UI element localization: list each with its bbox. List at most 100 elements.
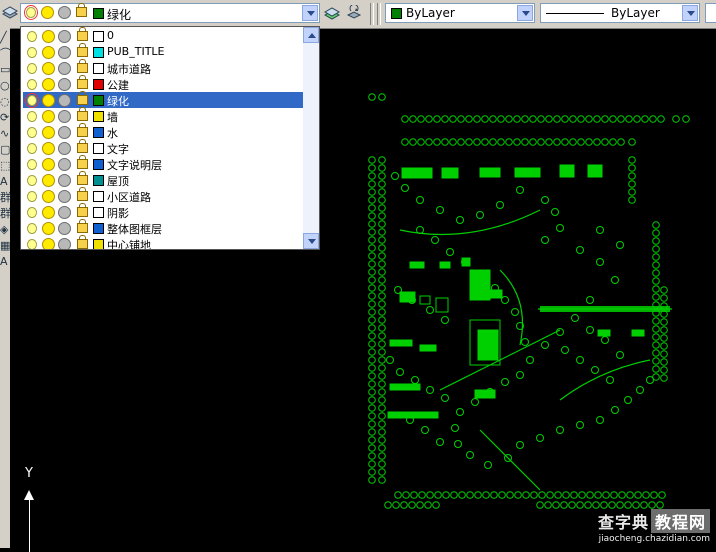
light-bulb-icon[interactable] — [27, 191, 37, 202]
light-bulb-icon[interactable] — [27, 79, 37, 90]
lock-icon[interactable] — [77, 123, 88, 137]
gear-icon[interactable] — [58, 190, 71, 203]
gear-icon[interactable] — [58, 158, 71, 171]
layer-row[interactable]: 阴影 — [23, 203, 303, 220]
layer-combo[interactable]: 绿化 — [20, 3, 320, 23]
sun-icon[interactable] — [42, 190, 55, 203]
sun-icon[interactable] — [42, 62, 55, 75]
lock-icon[interactable] — [77, 219, 88, 233]
light-bulb-icon[interactable] — [24, 5, 38, 20]
draw-tool-icon[interactable]: A — [0, 176, 9, 188]
gear-icon[interactable] — [58, 78, 71, 91]
light-bulb-icon[interactable] — [27, 223, 37, 234]
gear-icon[interactable] — [58, 222, 71, 235]
layer-manager-icon[interactable] — [1, 5, 19, 21]
draw-tool-icon[interactable]: ▦ — [0, 240, 10, 252]
sun-icon[interactable] — [42, 94, 55, 107]
light-bulb-icon[interactable] — [27, 111, 37, 122]
light-bulb-icon[interactable] — [27, 175, 37, 186]
layer-color-swatch[interactable] — [93, 31, 104, 42]
layer-color-swatch[interactable] — [93, 111, 104, 122]
draw-tool-icon[interactable]: ▭ — [0, 64, 10, 76]
draw-tool-icon[interactable]: ◌ — [0, 96, 10, 108]
layer-row[interactable]: 小区道路 — [23, 187, 303, 204]
draw-tool-icon[interactable]: ⌒ — [0, 48, 11, 60]
sun-icon[interactable] — [42, 238, 55, 249]
layer-row[interactable]: 文字说明层 — [23, 155, 303, 172]
gear-icon[interactable] — [58, 30, 71, 43]
linetype-combo[interactable]: ByLayer — [540, 3, 700, 23]
gear-icon[interactable] — [58, 62, 71, 75]
dropdown-scrollbar[interactable] — [303, 27, 319, 249]
sun-icon[interactable] — [42, 78, 55, 91]
sun-icon[interactable] — [41, 6, 54, 19]
draw-tool-icon[interactable]: ◈ — [0, 224, 9, 236]
lock-icon[interactable] — [77, 203, 88, 217]
layer-dropdown-button[interactable] — [302, 5, 318, 21]
gear-icon[interactable] — [58, 110, 71, 123]
layer-row[interactable]: 文字 — [23, 139, 303, 156]
layer-previous-icon[interactable] — [346, 3, 362, 21]
lock-icon[interactable] — [77, 27, 88, 41]
scroll-down-button[interactable] — [303, 233, 319, 249]
lock-icon[interactable] — [77, 155, 88, 169]
layer-row[interactable]: 墙 — [23, 107, 303, 124]
layer-color-swatch[interactable] — [93, 159, 104, 170]
layer-color-swatch[interactable] — [93, 95, 104, 106]
draw-tool-icon[interactable]: ⬚ — [0, 160, 10, 172]
color-dropdown-button[interactable] — [517, 5, 533, 21]
layer-color-swatch[interactable] — [93, 239, 104, 249]
sun-icon[interactable] — [42, 206, 55, 219]
lock-icon[interactable] — [77, 75, 88, 89]
light-bulb-icon[interactable] — [27, 47, 37, 58]
draw-tool-icon[interactable]: ○ — [0, 80, 10, 92]
draw-tool-icon[interactable]: ▢ — [0, 144, 10, 156]
layer-row[interactable]: 城市道路 — [23, 59, 303, 76]
layer-row[interactable]: 0 — [23, 27, 303, 44]
draw-tool-icon[interactable]: 群 — [0, 208, 11, 220]
sun-icon[interactable] — [42, 142, 55, 155]
lock-icon[interactable] — [76, 3, 87, 17]
gear-icon[interactable] — [58, 174, 71, 187]
light-bulb-icon[interactable] — [27, 31, 37, 42]
make-current-layer-icon[interactable] — [323, 5, 341, 21]
layer-color-swatch[interactable] — [93, 207, 104, 218]
layer-color-swatch[interactable] — [93, 223, 104, 234]
lock-icon[interactable] — [77, 91, 88, 105]
layer-row[interactable]: 整体图框层 — [23, 219, 303, 236]
light-bulb-icon[interactable] — [27, 239, 37, 249]
sun-icon[interactable] — [42, 174, 55, 187]
lock-icon[interactable] — [77, 139, 88, 153]
layer-color-swatch[interactable] — [93, 143, 104, 154]
light-bulb-icon[interactable] — [27, 159, 37, 170]
layer-color-swatch[interactable] — [93, 47, 104, 58]
draw-tool-icon[interactable]: ∿ — [0, 128, 9, 140]
sun-icon[interactable] — [42, 126, 55, 139]
sun-icon[interactable] — [42, 158, 55, 171]
scroll-up-button[interactable] — [303, 27, 319, 43]
gear-icon[interactable] — [58, 126, 71, 139]
light-bulb-icon[interactable] — [27, 143, 37, 154]
lock-icon[interactable] — [77, 107, 88, 121]
layer-row[interactable]: 屋顶 — [23, 171, 303, 188]
lineweight-combo[interactable] — [705, 3, 716, 23]
sun-icon[interactable] — [42, 46, 55, 59]
layer-color-swatch[interactable] — [93, 191, 104, 202]
draw-tool-icon[interactable]: 群 — [0, 192, 11, 204]
draw-tool-icon[interactable]: ⟳ — [0, 112, 9, 124]
gear-icon[interactable] — [58, 206, 71, 219]
layer-color-swatch[interactable] — [93, 175, 104, 186]
color-combo[interactable]: ByLayer — [385, 3, 535, 23]
light-bulb-icon[interactable] — [27, 63, 37, 74]
gear-icon[interactable] — [58, 142, 71, 155]
light-bulb-icon[interactable] — [27, 127, 37, 138]
light-bulb-icon[interactable] — [25, 93, 39, 108]
sun-icon[interactable] — [42, 222, 55, 235]
gear-icon[interactable] — [58, 46, 71, 59]
lock-icon[interactable] — [77, 187, 88, 201]
layer-row[interactable]: PUB_TITLE — [23, 43, 303, 60]
draw-tool-icon[interactable]: A — [0, 256, 9, 268]
gear-icon[interactable] — [58, 6, 71, 19]
light-bulb-icon[interactable] — [27, 207, 37, 218]
gear-icon[interactable] — [58, 238, 71, 249]
